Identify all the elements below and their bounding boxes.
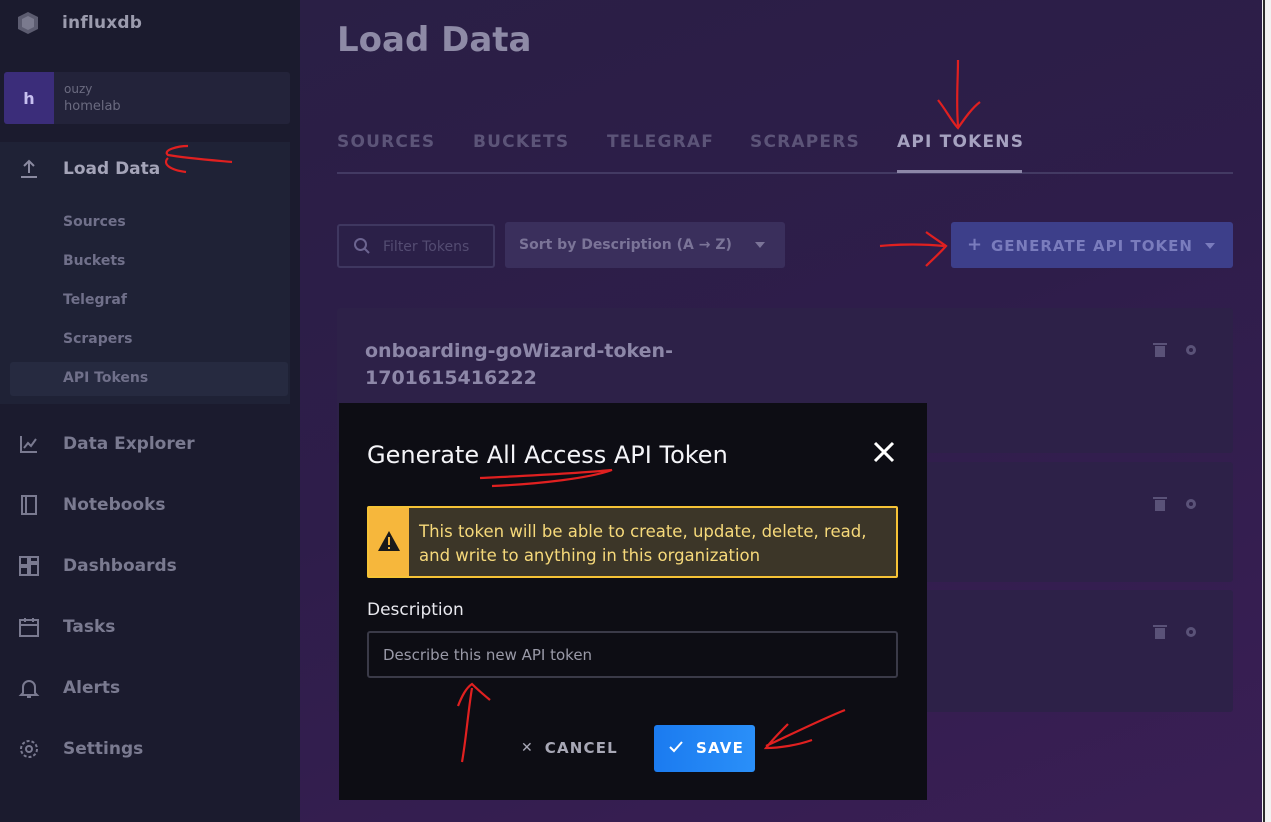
subnav-item-buckets[interactable]: Buckets [63, 253, 125, 269]
tab-scrapers[interactable]: SCRAPERS [750, 132, 860, 152]
chart-icon [20, 436, 37, 453]
filter-tokens-input[interactable] [383, 236, 487, 258]
cancel-label: CANCEL [544, 739, 618, 757]
generate-token-dialog: Generate All Access API Token This token… [339, 403, 927, 800]
trash-icon[interactable] [1153, 624, 1167, 640]
brand[interactable]: influxdb [16, 10, 142, 36]
search-icon [354, 238, 370, 254]
gear-icon[interactable] [1183, 342, 1199, 358]
sidebar-item-label: Alerts [63, 678, 121, 698]
scrollbar-thumb[interactable] [1263, 0, 1270, 822]
plus-icon: + [967, 234, 983, 255]
sidebar-item-dashboards[interactable]: Dashboards [0, 546, 290, 586]
sidebar-item-label: Tasks [63, 617, 116, 637]
trash-icon[interactable] [1153, 342, 1167, 358]
sidebar-item-settings[interactable]: Settings [0, 729, 290, 769]
page-title: Load Data [337, 20, 532, 60]
subnav-item-telegraf[interactable]: Telegraf [63, 292, 127, 308]
warning-icon [378, 531, 400, 551]
org-switcher[interactable]: h ouzy homelab [4, 72, 290, 124]
alert-message: This token will be able to create, updat… [419, 522, 867, 565]
sidebar-item-label: Dashboards [63, 556, 177, 576]
sort-dropdown[interactable]: Sort by Description (A → Z) [505, 222, 785, 268]
sidebar-item-load-data[interactable]: Load Data [0, 149, 290, 189]
chevron-down-icon [1205, 243, 1215, 249]
alert-icon-box [369, 508, 409, 576]
tab-sources[interactable]: SOURCES [337, 132, 435, 152]
upload-icon [21, 159, 37, 178]
calendar-icon [19, 618, 39, 637]
sidebar-item-label: Load Data [63, 159, 161, 179]
description-input[interactable] [367, 631, 898, 678]
trash-icon[interactable] [1153, 496, 1167, 512]
brand-name: influxdb [62, 13, 143, 33]
tab-api-tokens[interactable]: API TOKENS [897, 132, 1024, 152]
influxdb-logo-icon [18, 12, 38, 34]
gear-icon[interactable] [1183, 624, 1199, 640]
close-icon[interactable] [873, 441, 895, 463]
active-tab-indicator [897, 170, 1022, 173]
dashboard-icon [19, 556, 39, 576]
tab-telegraf[interactable]: TELEGRAF [607, 132, 714, 152]
filter-tokens[interactable] [337, 224, 495, 268]
save-label: SAVE [696, 739, 745, 757]
sidebar-item-label: Notebooks [63, 495, 166, 515]
subnav-active-highlight [10, 362, 288, 396]
sidebar-item-tasks[interactable]: Tasks [0, 607, 290, 647]
org-user: ouzy [64, 82, 93, 96]
tab-bar: SOURCES BUCKETS TELEGRAF SCRAPERS API TO… [337, 126, 1233, 174]
gear-icon[interactable] [1183, 496, 1199, 512]
sidebar: influxdb h ouzy homelab Load Data Source… [0, 0, 300, 822]
warning-alert: This token will be able to create, updat… [367, 506, 898, 578]
check-icon [669, 741, 683, 753]
generate-api-token-button[interactable]: + GENERATE API TOKEN [951, 222, 1233, 268]
dialog-title: Generate All Access API Token [367, 441, 728, 469]
close-icon: ✕ [521, 740, 533, 756]
notebook-icon [21, 495, 37, 515]
generate-api-token-label: GENERATE API TOKEN [991, 237, 1193, 255]
sidebar-item-alerts[interactable]: Alerts [0, 668, 290, 708]
token-name[interactable]: onboarding-goWizard-token-1701615416222 [365, 338, 685, 392]
sidebar-item-data-explorer[interactable]: Data Explorer [0, 424, 290, 464]
sidebar-item-label: Settings [63, 739, 144, 759]
subnav-item-scrapers[interactable]: Scrapers [63, 331, 133, 347]
tab-buckets[interactable]: BUCKETS [473, 132, 569, 152]
subnav-item-sources[interactable]: Sources [63, 214, 126, 230]
sort-dropdown-label: Sort by Description (A → Z) [519, 237, 732, 253]
org-avatar: h [4, 72, 54, 124]
bell-icon [18, 680, 40, 698]
sidebar-item-notebooks[interactable]: Notebooks [0, 485, 290, 525]
gear-icon [20, 740, 38, 758]
description-label: Description [367, 600, 464, 620]
org-name: homelab [64, 99, 121, 114]
cancel-button[interactable]: ✕ CANCEL [521, 733, 618, 763]
sidebar-item-label: Data Explorer [63, 434, 195, 454]
window-scrollbar[interactable] [1262, 0, 1271, 822]
save-button[interactable]: SAVE [654, 725, 755, 772]
chevron-down-icon [755, 242, 765, 248]
subnav-item-api-tokens[interactable]: API Tokens [63, 370, 148, 386]
